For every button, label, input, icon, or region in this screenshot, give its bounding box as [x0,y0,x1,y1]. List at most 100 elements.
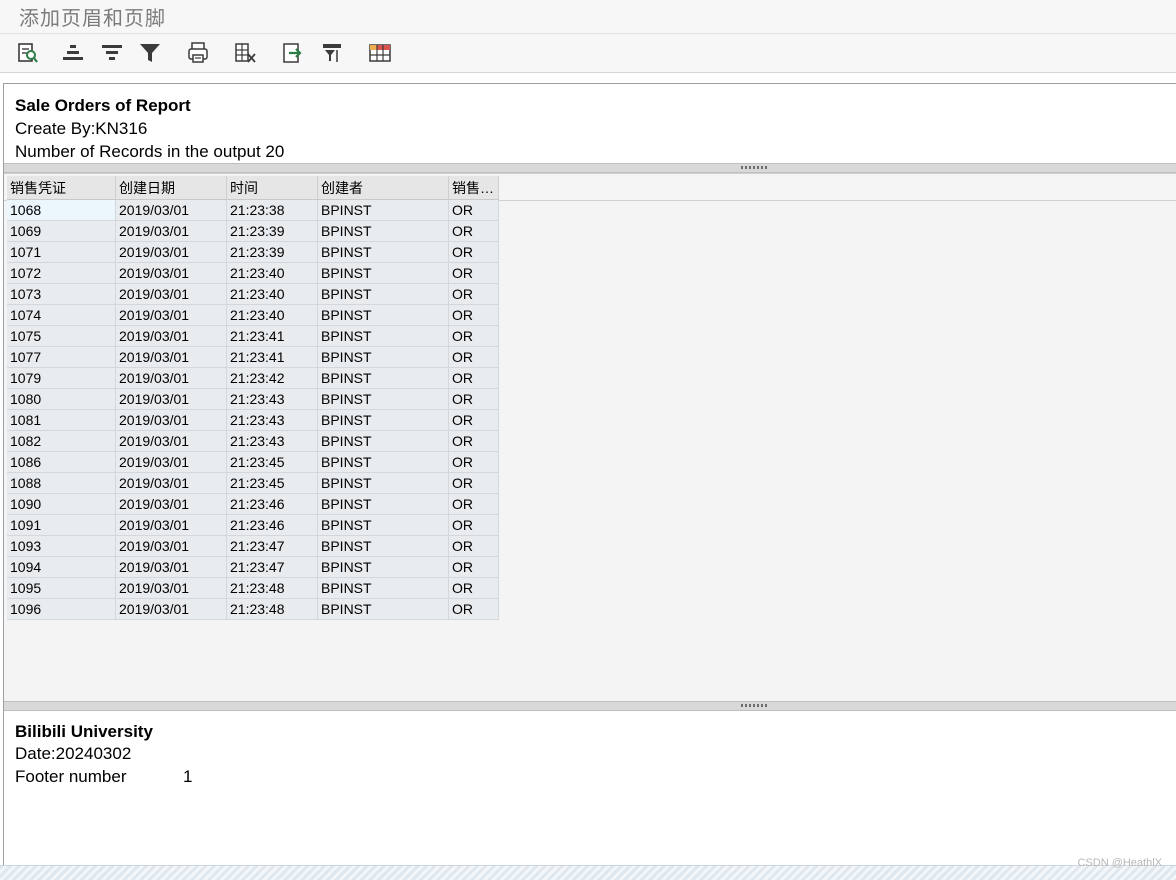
table-cell[interactable]: BPINST [317,577,449,599]
table-cell[interactable]: 1068 [7,199,116,221]
table-cell[interactable]: BPINST [317,409,449,431]
table-row[interactable]: 1095 2019/03/01 21:23:48 BPINST OR [7,577,499,599]
table-cell[interactable]: 2019/03/01 [115,346,227,368]
table-cell[interactable]: BPINST [317,346,449,368]
table-cell[interactable]: 2019/03/01 [115,220,227,242]
table-cell[interactable]: 1077 [7,346,116,368]
table-cell[interactable]: 21:23:43 [226,388,318,410]
table-cell[interactable]: 2019/03/01 [115,262,227,284]
table-cell[interactable]: 21:23:45 [226,451,318,473]
table-row[interactable]: 1086 2019/03/01 21:23:45 BPINST OR [7,451,499,473]
table-cell[interactable]: OR [448,409,499,431]
table-cell[interactable]: 2019/03/01 [115,388,227,410]
table-cell[interactable]: 1090 [7,493,116,515]
column-header[interactable]: 销售… [448,176,499,200]
table-cell[interactable]: BPINST [317,556,449,578]
table-cell[interactable]: 2019/03/01 [115,451,227,473]
table-cell[interactable]: 2019/03/01 [115,199,227,221]
table-row[interactable]: 1069 2019/03/01 21:23:39 BPINST OR [7,220,499,242]
table-cell[interactable]: OR [448,262,499,284]
sort-descending-button[interactable] [99,40,125,66]
table-cell[interactable]: BPINST [317,325,449,347]
table-cell[interactable]: 21:23:39 [226,220,318,242]
table-cell[interactable]: 1072 [7,262,116,284]
table-cell[interactable]: 2019/03/01 [115,430,227,452]
table-cell[interactable]: 2019/03/01 [115,304,227,326]
table-cell[interactable]: 2019/03/01 [115,577,227,599]
table-cell[interactable]: 21:23:39 [226,241,318,263]
table-cell[interactable]: BPINST [317,241,449,263]
table-cell[interactable]: 1088 [7,472,116,494]
table-cell[interactable]: 2019/03/01 [115,535,227,557]
table-cell[interactable]: 1073 [7,283,116,305]
table-cell[interactable]: OR [448,367,499,389]
export-button[interactable] [280,40,306,66]
splitter-grip-icon[interactable] [741,166,767,169]
table-cell[interactable]: OR [448,472,499,494]
column-header[interactable]: 时间 [226,176,318,200]
table-cell[interactable]: BPINST [317,220,449,242]
table-row[interactable]: 1071 2019/03/01 21:23:39 BPINST OR [7,241,499,263]
table-cell[interactable]: OR [448,199,499,221]
table-cell[interactable]: BPINST [317,535,449,557]
layout-grid-button[interactable] [367,40,393,66]
table-row[interactable]: 1090 2019/03/01 21:23:46 BPINST OR [7,493,499,515]
table-cell[interactable]: 1094 [7,556,116,578]
table-cell[interactable]: 21:23:41 [226,325,318,347]
table-cell[interactable]: BPINST [317,367,449,389]
table-cell[interactable]: BPINST [317,493,449,515]
table-cell[interactable]: 1086 [7,451,116,473]
table-row[interactable]: 1096 2019/03/01 21:23:48 BPINST OR [7,598,499,620]
table-cell[interactable]: BPINST [317,451,449,473]
splitter-grip-icon[interactable] [741,704,767,707]
filter-button[interactable] [137,40,163,66]
table-cell[interactable]: OR [448,493,499,515]
table-cell[interactable]: OR [448,220,499,242]
table-row[interactable]: 1079 2019/03/01 21:23:42 BPINST OR [7,367,499,389]
table-cell[interactable]: 2019/03/01 [115,409,227,431]
table-cell[interactable]: BPINST [317,262,449,284]
table-cell[interactable]: 2019/03/01 [115,493,227,515]
table-cell[interactable]: 2019/03/01 [115,514,227,536]
table-cell[interactable]: OR [448,514,499,536]
table-cell[interactable]: BPINST [317,472,449,494]
table-cell[interactable]: 1080 [7,388,116,410]
table-cell[interactable]: 1075 [7,325,116,347]
table-cell[interactable]: 21:23:41 [226,346,318,368]
table-cell[interactable]: OR [448,283,499,305]
table-cell[interactable]: OR [448,325,499,347]
table-cell[interactable]: BPINST [317,199,449,221]
table-cell[interactable]: OR [448,388,499,410]
table-cell[interactable]: 1079 [7,367,116,389]
table-cell[interactable]: 21:23:45 [226,472,318,494]
column-header[interactable]: 销售凭证 [7,176,116,200]
table-cell[interactable]: 1081 [7,409,116,431]
table-cell[interactable]: OR [448,451,499,473]
table-row[interactable]: 1081 2019/03/01 21:23:43 BPINST OR [7,409,499,431]
table-row[interactable]: 1074 2019/03/01 21:23:40 BPINST OR [7,304,499,326]
table-cell[interactable]: BPINST [317,430,449,452]
table-cell[interactable]: BPINST [317,598,449,620]
table-row[interactable]: 1073 2019/03/01 21:23:40 BPINST OR [7,283,499,305]
table-cell[interactable]: 2019/03/01 [115,241,227,263]
table-cell[interactable]: 1095 [7,577,116,599]
table-cell[interactable]: 2019/03/01 [115,556,227,578]
footer-splitter[interactable] [4,701,1176,711]
table-cell[interactable]: 21:23:40 [226,283,318,305]
table-row[interactable]: 1093 2019/03/01 21:23:47 BPINST OR [7,535,499,557]
table-row[interactable]: 1072 2019/03/01 21:23:40 BPINST OR [7,262,499,284]
details-button[interactable] [15,40,41,66]
table-cell[interactable]: 21:23:46 [226,514,318,536]
table-cell[interactable]: BPINST [317,388,449,410]
table-cell[interactable]: OR [448,535,499,557]
table-row[interactable]: 1094 2019/03/01 21:23:47 BPINST OR [7,556,499,578]
table-cell[interactable]: 21:23:40 [226,262,318,284]
table-cell[interactable]: 2019/03/01 [115,367,227,389]
table-cell[interactable]: 21:23:42 [226,367,318,389]
table-row[interactable]: 1091 2019/03/01 21:23:46 BPINST OR [7,514,499,536]
table-cell[interactable]: 1074 [7,304,116,326]
sort-ascending-button[interactable] [60,40,86,66]
table-row[interactable]: 1082 2019/03/01 21:23:43 BPINST OR [7,430,499,452]
table-cell[interactable]: 21:23:47 [226,556,318,578]
table-cell[interactable]: 1082 [7,430,116,452]
